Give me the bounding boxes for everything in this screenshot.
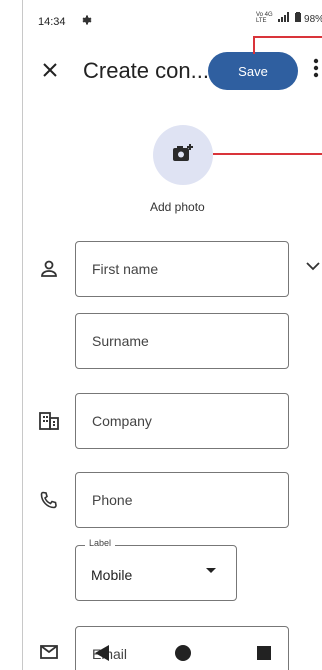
phone-field[interactable]: Phone: [75, 472, 289, 528]
network-type: Vo 4G LTE: [256, 12, 273, 24]
battery-icon: [295, 12, 304, 25]
add-photo-button[interactable]: [153, 125, 213, 185]
home-icon[interactable]: [175, 645, 191, 661]
dropdown-arrow-icon[interactable]: [206, 568, 216, 573]
save-button[interactable]: Save: [208, 52, 298, 90]
battery-percent: 98%: [304, 14, 322, 25]
add-photo-label: Add photo: [150, 200, 205, 214]
person-icon: [38, 258, 60, 280]
company-placeholder: Company: [92, 413, 152, 429]
signal-icon: [278, 12, 295, 25]
annotation-line-save: [253, 36, 322, 54]
phone-icon: [38, 489, 60, 511]
surname-placeholder: Surname: [92, 333, 149, 349]
first-name-field[interactable]: First name: [75, 241, 289, 297]
status-time: 14:34: [38, 16, 66, 28]
status-indicators: Vo 4G LTE 98%: [256, 12, 322, 25]
gear-icon: [80, 14, 92, 29]
business-icon: [38, 410, 60, 432]
company-field[interactable]: Company: [75, 393, 289, 449]
label-caption: Label: [85, 538, 116, 548]
screen-border: [22, 0, 23, 670]
more-options-icon[interactable]: [313, 58, 319, 84]
surname-field[interactable]: Surname: [75, 313, 289, 369]
label-selected-value: Mobile: [91, 567, 133, 583]
close-icon[interactable]: [42, 60, 58, 82]
annotation-line-photo: [213, 153, 322, 155]
phone-placeholder: Phone: [92, 492, 133, 508]
recent-apps-icon[interactable]: [257, 646, 271, 660]
first-name-placeholder: First name: [92, 261, 159, 277]
system-navigation-bar: [0, 638, 322, 670]
page-title: Create con...: [83, 58, 209, 83]
back-icon[interactable]: [95, 645, 109, 661]
chevron-down-icon[interactable]: [306, 258, 320, 274]
add-photo-icon: [172, 143, 194, 168]
screen: 14:34 Vo 4G LTE 98% Create con... Save: [0, 0, 322, 670]
